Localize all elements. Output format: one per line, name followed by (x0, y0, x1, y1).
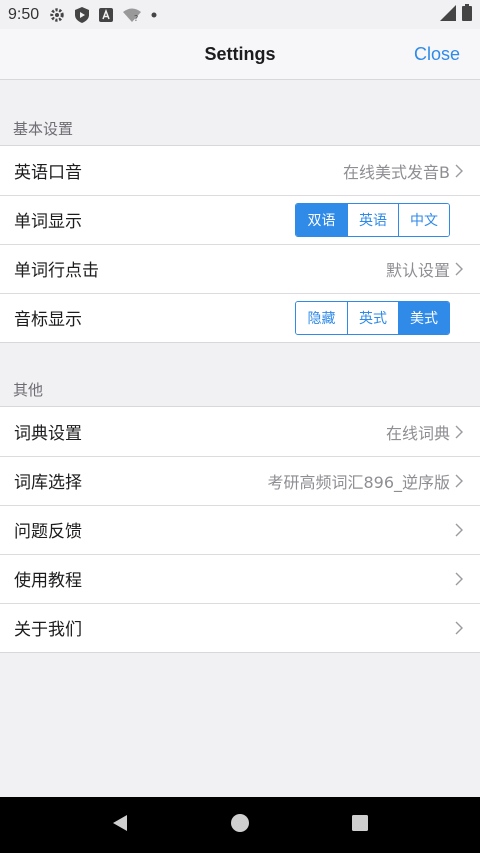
segment-option-american[interactable]: 美式 (398, 301, 449, 334)
word-row-click-row[interactable]: 单词行点击 默认设置 (0, 244, 480, 293)
row-value: 考研高频词汇896_逆序版 (267, 472, 450, 492)
system-navigation-bar (0, 797, 480, 853)
about-us-row[interactable]: 关于我们 (0, 603, 480, 652)
row-label: 单词行点击 (14, 261, 99, 281)
segment-option-bilingual[interactable]: 双语 (296, 203, 347, 236)
close-button[interactable]: Close (414, 29, 460, 80)
chevron-right-icon (452, 472, 466, 490)
section-header-other: 其他 (13, 381, 44, 399)
row-label: 英语口音 (14, 163, 82, 183)
battery-icon (462, 4, 472, 25)
row-label: 关于我们 (14, 620, 82, 640)
word-bank-row[interactable]: 词库选择 考研高频词汇896_逆序版 (0, 456, 480, 505)
svg-text:?: ? (134, 14, 138, 22)
chevron-right-icon (452, 521, 466, 539)
row-value: 在线美式发音B (343, 162, 450, 182)
row-label: 词库选择 (14, 473, 82, 493)
chevron-right-icon (452, 260, 466, 278)
row-value: 默认设置 (385, 260, 450, 280)
feedback-row[interactable]: 问题反馈 (0, 505, 480, 554)
segment-option-english[interactable]: 英语 (347, 203, 398, 236)
back-icon[interactable] (111, 814, 129, 836)
tutorial-row[interactable]: 使用教程 (0, 554, 480, 603)
a-box-icon (99, 7, 114, 22)
chevron-right-icon (452, 570, 466, 588)
recents-icon[interactable] (351, 814, 369, 836)
settings-group-basic: 英语口音 在线美式发音B 单词显示 双语 英语 中文 单词行点击 默认设置 音标… (0, 145, 480, 343)
status-time: 9:50 (8, 5, 40, 23)
signal-icon (440, 4, 456, 25)
phonetic-display-row: 音标显示 隐藏 英式 美式 (0, 293, 480, 342)
word-display-segmented-control: 双语 英语 中文 (295, 202, 450, 237)
home-icon[interactable] (230, 813, 250, 837)
segment-option-hide[interactable]: 隐藏 (296, 301, 347, 334)
segment-option-british[interactable]: 英式 (347, 301, 398, 334)
gear-icon (49, 7, 65, 23)
chevron-right-icon (452, 619, 466, 637)
row-label: 单词显示 (14, 212, 82, 232)
phonetic-display-segmented-control: 隐藏 英式 美式 (295, 300, 450, 335)
chevron-right-icon (452, 162, 466, 180)
section-header-basic: 基本设置 (13, 120, 74, 138)
nav-bar: Settings Close (0, 29, 480, 80)
wifi-question-icon: ? (123, 8, 142, 22)
play-shield-icon (75, 6, 90, 23)
settings-group-other: 词典设置 在线词典 词库选择 考研高频词汇896_逆序版 问题反馈 使用教程 关… (0, 406, 480, 653)
row-label: 使用教程 (14, 571, 82, 591)
page-title: Settings (204, 44, 276, 64)
row-label: 词典设置 (14, 424, 82, 444)
row-label: 音标显示 (14, 310, 82, 330)
dictionary-settings-row[interactable]: 词典设置 在线词典 (0, 407, 480, 456)
row-value: 在线词典 (385, 423, 450, 443)
accent-row[interactable]: 英语口音 在线美式发音B (0, 146, 480, 195)
dot-icon (151, 12, 157, 18)
row-label: 问题反馈 (14, 522, 82, 542)
segment-option-chinese[interactable]: 中文 (398, 203, 449, 236)
chevron-right-icon (452, 423, 466, 441)
status-bar: 9:50 ? (0, 0, 480, 29)
word-display-row: 单词显示 双语 英语 中文 (0, 195, 480, 244)
